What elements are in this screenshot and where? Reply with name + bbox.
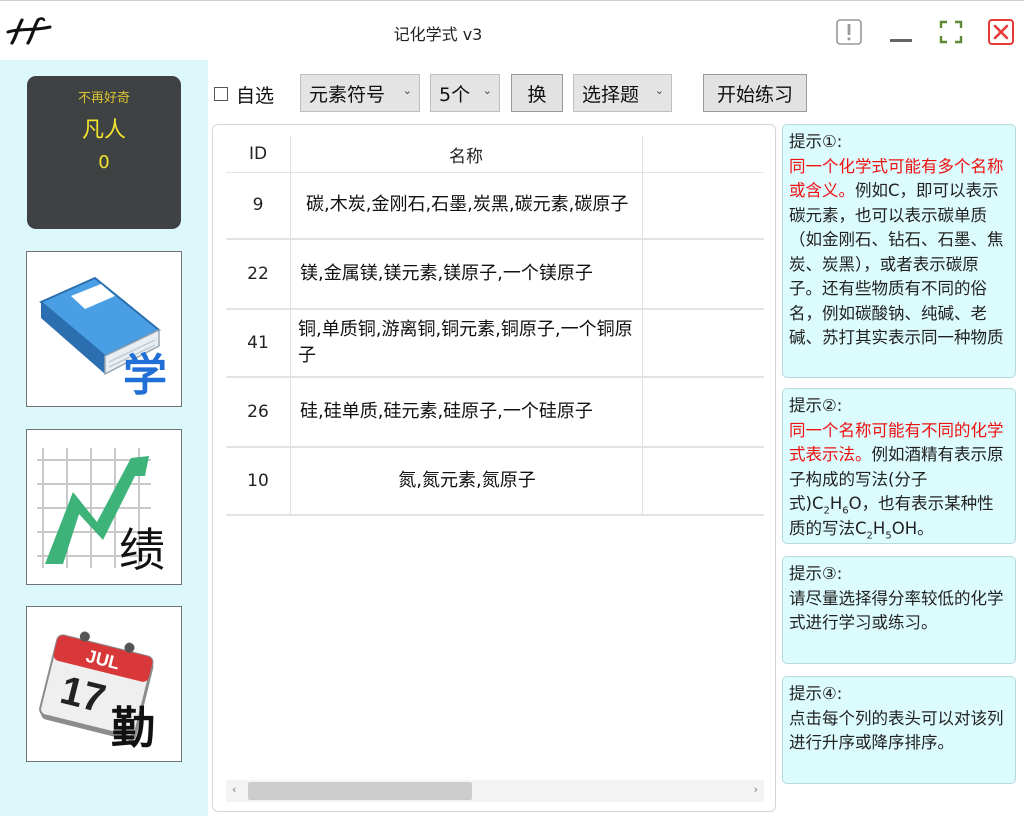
cell-id: 22 [247, 264, 269, 284]
self-select-checkbox[interactable]: 自选 [214, 82, 275, 107]
cell-name: 镁,金属镁,镁元素,镁原子,一个镁原子 [300, 263, 593, 284]
count-select[interactable]: 5个 ⌄ [430, 74, 500, 112]
table-row[interactable]: 10 氮,氮元素,氮原子 [226, 448, 764, 516]
cell-name: 氮,氮元素,氮原子 [398, 470, 536, 491]
table-row[interactable]: 9 碳,木炭,金刚石,石墨,炭黑,碳元素,碳原子 [226, 172, 764, 240]
hint-title: 提示①: [789, 132, 843, 151]
table-row[interactable]: 41 铜,单质铜,游离铜,铜元素,铜原子,一个铜原子 [226, 310, 764, 378]
swap-button[interactable]: 换 [511, 74, 563, 112]
hint-title: 提示④: [789, 684, 843, 703]
question-type-select[interactable]: 选择题 ⌄ [573, 74, 672, 112]
user-subtitle: 不再好奇 [77, 91, 130, 106]
table-row[interactable]: 22 镁,金属镁,镁元素,镁原子,一个镁原子 [226, 240, 764, 310]
info-exclamation-icon [836, 19, 862, 45]
cell-name: 碳,木炭,金刚石,石墨,炭黑,碳元素,碳原子 [306, 194, 629, 215]
nav-learn-button[interactable]: 学 [26, 251, 182, 407]
nav-learn-label: 学 [123, 351, 167, 400]
nav-attendance-button[interactable]: JUL 17 勤 [26, 606, 182, 762]
column-header-name[interactable]: 名称 [290, 136, 642, 172]
formula-structural: C2H5OH [855, 518, 918, 541]
column-header-id[interactable]: ID [226, 136, 290, 172]
nav-grades-button[interactable]: 绩 [26, 429, 182, 585]
hint-card-2: 提示②: 同一个名称可能有不同的化学式表示法。例如酒精有表示原子构成的写法(分子… [782, 388, 1016, 544]
about-button[interactable] [834, 17, 864, 47]
scroll-right-icon[interactable]: › [754, 783, 758, 796]
hint-body: 点击每个列的表头可以对该列进行升序或降序排序。 [789, 708, 1004, 753]
cell-id: 41 [247, 333, 269, 353]
user-rank: 凡人 [81, 118, 126, 143]
user-profile-card: 不再好奇 凡人 0 [27, 76, 181, 229]
start-practice-button[interactable]: 开始练习 [703, 74, 807, 112]
table-header: ID 名称 [226, 136, 764, 173]
maximize-button[interactable] [936, 17, 966, 47]
minimize-icon [890, 39, 912, 42]
hint-card-3: 提示③: 请尽量选择得分率较低的化学式进行学习或练习。 [782, 556, 1016, 664]
checkbox-box[interactable] [214, 87, 228, 101]
formula-molecular: C2H6O [811, 494, 862, 517]
hint-body: 请尽量选择得分率较低的化学式进行学习或练习。 [789, 588, 1004, 633]
scrollbar-thumb[interactable] [248, 782, 472, 800]
hint-body: 例如C，即可以表示碳元素，也可以表示碳单质（如金刚石、钻石、石墨、焦炭、炭黑），… [789, 181, 1004, 347]
hint-card-1: 提示①: 同一个化学式可能有多个名称或含义。例如C，即可以表示碳元素，也可以表示… [782, 124, 1016, 378]
close-button[interactable] [986, 17, 1016, 47]
title-bar: 记化学式 v3 [0, 0, 1024, 61]
table-row[interactable]: 26 硅,硅单质,硅元素,硅原子,一个硅原子 [226, 378, 764, 448]
window-title: 记化学式 v3 [393, 25, 483, 44]
question-type-value: 选择题 [582, 83, 640, 106]
hint-card-4: 提示④: 点击每个列的表头可以对该列进行升序或降序排序。 [782, 676, 1016, 784]
horizontal-scrollbar[interactable]: ‹ › [226, 780, 764, 802]
mode-select-value: 元素符号 [309, 83, 386, 106]
cell-id: 10 [247, 471, 269, 491]
hint-title: 提示③: [789, 564, 843, 583]
cell-id: 26 [247, 402, 269, 422]
self-select-label: 自选 [236, 84, 275, 107]
close-icon [988, 19, 1014, 45]
minimize-button[interactable] [886, 17, 916, 47]
mode-select[interactable]: 元素符号 ⌄ [300, 74, 420, 112]
cell-id: 9 [252, 195, 264, 215]
cell-name: 硅,硅单质,硅元素,硅原子,一个硅原子 [300, 401, 593, 422]
count-select-value: 5个 [439, 83, 471, 106]
chevron-down-icon: ⌄ [402, 84, 412, 97]
user-score: 0 [98, 152, 110, 173]
maximize-icon [939, 20, 963, 44]
nav-attendance-label: 勤 [111, 704, 155, 753]
hint-title: 提示②: [789, 396, 843, 415]
cell-name: 铜,单质铜,游离铜,铜元素,铜原子,一个铜原子 [298, 319, 633, 366]
chevron-down-icon: ⌄ [482, 84, 492, 97]
chevron-down-icon: ⌄ [654, 84, 664, 97]
hint-body: 。 [917, 518, 934, 538]
nav-grades-label: 绩 [119, 524, 165, 576]
scroll-left-icon[interactable]: ‹ [232, 783, 236, 796]
